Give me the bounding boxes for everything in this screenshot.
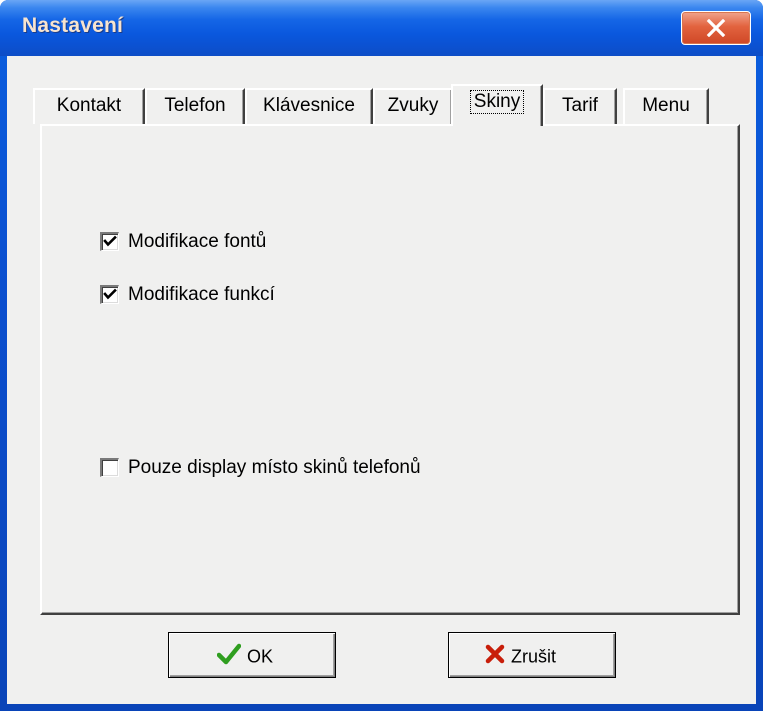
close-button[interactable] (681, 11, 751, 45)
window-title: Nastavení (22, 14, 124, 37)
tab-klavesnice[interactable]: Klávesnice (245, 88, 373, 124)
checkbox-label: Pouze display místo skinů telefonů (128, 457, 421, 478)
tab-label: Skiny (469, 90, 525, 114)
tab-label: Zvuky (387, 95, 439, 116)
tab-tarif[interactable]: Tarif (543, 88, 617, 124)
cancel-label: Zrušit (511, 646, 556, 667)
checkbox-label: Modifikace fontů (128, 231, 267, 252)
tab-telefon[interactable]: Telefon (145, 88, 245, 124)
tab-label: Kontakt (56, 95, 122, 116)
close-x-icon (706, 19, 726, 37)
settings-dialog: Nastavení Kontakt Telefon Klávesnice Zvu… (0, 0, 763, 711)
checkmark-icon (103, 288, 117, 300)
checkmark-icon (103, 235, 117, 247)
checkbox-box[interactable] (100, 285, 119, 304)
checkbox-box[interactable] (100, 458, 119, 477)
title-bar[interactable]: Nastavení (0, 0, 763, 56)
tab-skiny[interactable]: Skiny (451, 84, 543, 126)
red-x-icon (485, 645, 505, 664)
green-checkmark-icon (216, 644, 242, 665)
ok-button[interactable]: OK (168, 632, 336, 678)
tab-label: Klávesnice (263, 95, 355, 116)
dialog-body: Kontakt Telefon Klávesnice Zvuky Skiny T… (7, 56, 756, 704)
cancel-button[interactable]: Zrušit (448, 632, 616, 678)
tab-zvuky[interactable]: Zvuky (373, 88, 453, 124)
checkbox-label: Modifikace funkcí (128, 284, 275, 305)
tab-menu[interactable]: Menu (623, 88, 709, 124)
tab-label: Menu (642, 95, 690, 116)
tab-panel-skiny: Modifikace fontů Modifikace funkcí Pouze… (40, 124, 740, 615)
checkbox-box[interactable] (100, 232, 119, 251)
tab-kontakt[interactable]: Kontakt (33, 88, 145, 124)
tab-label: Telefon (164, 95, 226, 116)
ok-label: OK (247, 646, 274, 667)
tab-label: Tarif (562, 95, 598, 116)
